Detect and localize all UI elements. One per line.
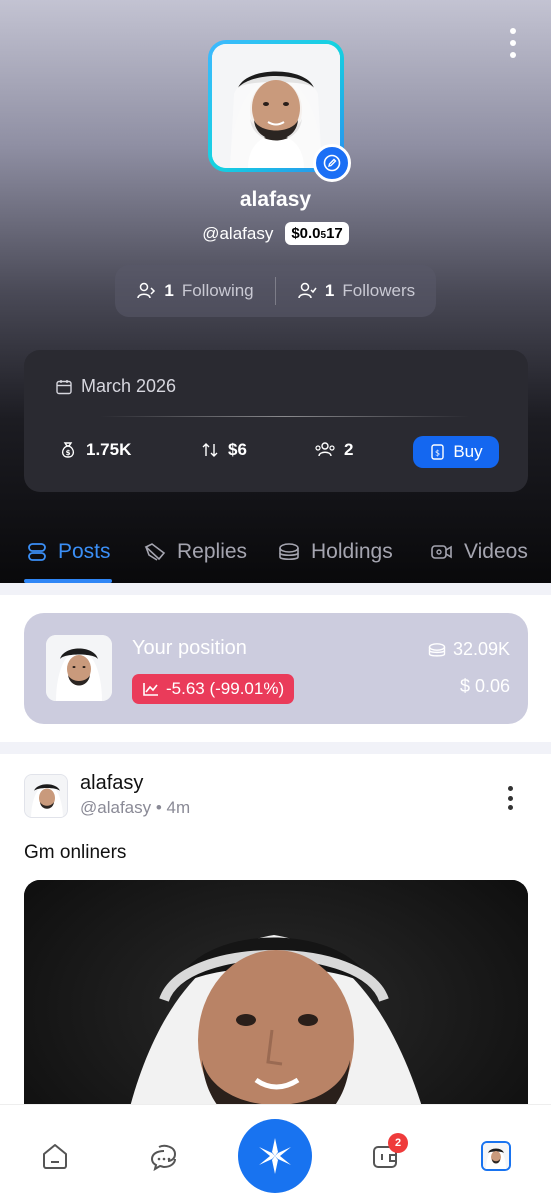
tab-holdings[interactable]: Holdings	[277, 540, 393, 564]
followers-label: Followers	[342, 281, 416, 300]
buy-icon: $	[431, 444, 445, 460]
swap-arrows-icon	[202, 443, 218, 457]
volume-value: $6	[228, 440, 247, 459]
following-button[interactable]: 1 Following	[115, 281, 275, 301]
section-separator	[0, 583, 551, 595]
notification-badge: 2	[388, 1133, 408, 1153]
profile-tabs: Posts Replies Holdings Videos	[0, 532, 551, 583]
edit-avatar-button[interactable]	[313, 144, 351, 182]
posts-icon	[28, 543, 46, 561]
avatar-portrait	[46, 635, 112, 701]
followers-icon	[298, 282, 317, 299]
edit-icon	[323, 154, 341, 172]
post-more-options-icon[interactable]	[506, 786, 514, 810]
your-position-card[interactable]: Your position -5.63 (-99.01%) 32.09K $ 0…	[24, 613, 528, 724]
more-options-icon[interactable]	[505, 28, 521, 58]
buy-button[interactable]: $ Buy	[413, 436, 499, 468]
money-bag-icon: $	[61, 442, 75, 458]
profile-name: alafasy	[239, 188, 312, 211]
replies-icon	[144, 543, 166, 561]
nav-home[interactable]	[40, 1141, 70, 1171]
bottom-navigation: 2	[0, 1104, 551, 1200]
tab-videos-label: Videos	[464, 540, 528, 563]
position-holdings: 32.09K	[427, 639, 510, 660]
followers-button[interactable]: 1 Followers	[276, 281, 436, 301]
coins-icon	[428, 642, 446, 657]
profile-handle: @alafasy	[202, 223, 274, 243]
follow-stats: 1 Following 1 Followers	[115, 265, 436, 317]
followers-count: 1	[324, 281, 335, 300]
nav-profile-avatar[interactable]	[481, 1141, 511, 1171]
avatar-portrait	[25, 775, 67, 817]
tab-posts[interactable]: Posts	[26, 540, 111, 564]
create-button[interactable]	[238, 1119, 312, 1193]
market-cap-stat: $ 1.75K	[58, 440, 131, 460]
tab-posts-label: Posts	[58, 540, 111, 563]
token-price-badge: $0.0 5 17	[285, 222, 349, 245]
svg-text:$: $	[435, 449, 440, 458]
following-count: 1	[164, 281, 174, 300]
holders-stat: 2	[314, 440, 353, 460]
following-icon	[137, 282, 156, 299]
holders-value: 2	[344, 440, 354, 459]
video-icon	[431, 545, 452, 559]
section-separator	[0, 742, 551, 754]
chat-icon	[150, 1144, 177, 1172]
pnl-badge: -5.63 (-99.01%)	[132, 674, 295, 704]
created-date: March 2026	[55, 376, 176, 397]
market-cap-value: 1.75K	[86, 440, 132, 459]
holdings-value: 32.09K	[452, 639, 510, 659]
tab-videos[interactable]: Videos	[430, 540, 528, 564]
home-icon	[43, 1144, 67, 1169]
token-stats-card: March 2026 $ 1.75K $6 2 $ Buy	[24, 350, 528, 492]
post-text: Gm onliners	[24, 842, 127, 863]
price-tail: 17	[326, 225, 343, 242]
tab-replies[interactable]: Replies	[143, 540, 247, 564]
volume-stat: $6	[200, 440, 247, 460]
svg-text:$: $	[66, 449, 71, 457]
position-avatar	[46, 635, 112, 701]
position-value: $ 0.06	[459, 676, 510, 696]
avatar-portrait	[483, 1143, 509, 1169]
tab-holdings-label: Holdings	[311, 540, 393, 563]
holders-icon	[315, 442, 335, 457]
post-author-name[interactable]: alafasy	[80, 772, 143, 795]
coins-icon	[279, 543, 299, 561]
post-meta: @alafasy • 4m	[80, 798, 191, 817]
buy-label: Buy	[453, 442, 483, 461]
handle-row: @alafasy $0.0 5 17	[0, 222, 551, 245]
price-main: $0.0	[291, 225, 321, 242]
post-author-avatar[interactable]	[24, 774, 68, 818]
trend-chart-icon	[143, 683, 158, 696]
position-title: Your position	[132, 637, 247, 659]
create-icon	[259, 1138, 291, 1174]
nav-chat[interactable]	[149, 1141, 179, 1172]
calendar-icon	[56, 379, 72, 394]
tab-replies-label: Replies	[177, 540, 248, 563]
date-text: March 2026	[81, 376, 177, 396]
pnl-value: -5.63 (-99.01%)	[166, 679, 285, 698]
divider	[100, 416, 470, 417]
following-label: Following	[181, 281, 254, 300]
